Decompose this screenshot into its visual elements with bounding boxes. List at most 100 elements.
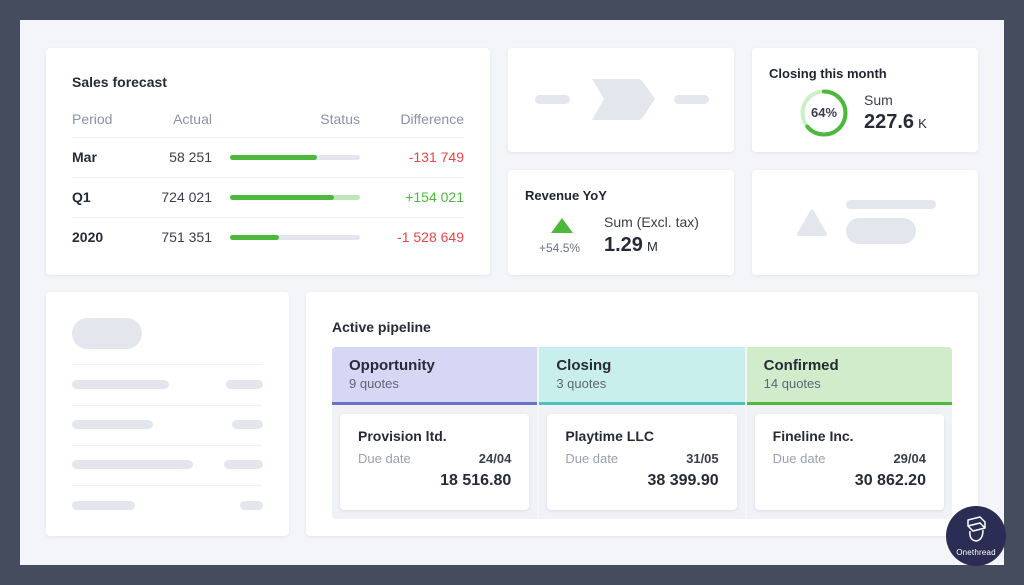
column-header-period: Period — [72, 105, 142, 138]
due-date-value: 31/05 — [686, 451, 719, 466]
skeleton-bar — [72, 420, 153, 429]
progress-percent-label: 64% — [810, 105, 838, 120]
skeleton-bar — [72, 460, 193, 469]
pipeline-column-opportunity: Opportunity 9 quotes Provision ltd. Due … — [332, 347, 538, 519]
actual-cell: 58 251 — [142, 137, 212, 178]
column-name: Opportunity — [349, 357, 435, 374]
due-date-value: 29/04 — [893, 451, 926, 466]
sum-label: Sum (Excl. tax) — [604, 214, 699, 230]
closing-this-month-title: Closing this month — [769, 66, 887, 81]
skeleton-bar — [240, 501, 263, 510]
column-name: Closing — [556, 357, 612, 374]
active-pipeline-title: Active pipeline — [332, 319, 431, 335]
table-row: Mar 58 251 -131 749 — [72, 137, 464, 178]
sum-unit: K — [918, 116, 927, 131]
divider — [72, 445, 262, 446]
status-progress-bar — [230, 194, 360, 200]
column-name: Confirmed — [763, 357, 839, 374]
skeleton-bar — [226, 380, 263, 389]
due-date-label: Due date — [772, 451, 826, 466]
onethread-logo: Onethread — [946, 506, 1006, 566]
deal-card[interactable]: Provision ltd. Due date 24/04 18 516.80 — [340, 414, 530, 510]
sum-label: Sum — [864, 92, 893, 108]
revenue-yoy-title: Revenue YoY — [525, 188, 607, 203]
table-row: Q1 724 021 +154 021 — [72, 177, 464, 218]
column-header-status: Status — [212, 105, 360, 138]
due-date-row: Due date 24/04 — [358, 451, 511, 466]
pipeline-column-closing: Closing 3 quotes Playtime LLC Due date 3… — [539, 347, 745, 519]
dashboard-surface: Sales forecast Period Actual Status Diff… — [20, 20, 1004, 565]
difference-cell: -131 749 — [360, 137, 464, 178]
status-progress-fill — [230, 154, 318, 160]
active-pipeline-card: Active pipeline Opportunity 9 quotes Pro… — [306, 292, 978, 536]
column-header-difference: Difference — [360, 105, 464, 138]
actual-cell: 724 021 — [142, 177, 212, 218]
status-progress-fill — [230, 194, 334, 200]
deal-company: Fineline Inc. — [772, 428, 854, 444]
skeleton-bar — [846, 200, 936, 209]
placeholder-card-flow — [508, 48, 734, 152]
deal-card[interactable]: Playtime LLC Due date 31/05 38 399.90 — [547, 414, 737, 510]
sum-unit: M — [646, 239, 658, 254]
deal-company: Provision ltd. — [358, 428, 447, 444]
logo-text: Onethread — [956, 548, 996, 557]
sum-value: 1.29 M — [604, 234, 658, 257]
skeleton-bar — [72, 380, 169, 389]
sum-number: 227.6 — [864, 111, 915, 133]
difference-cell: -1 528 649 — [397, 229, 464, 246]
difference-cell: +154 021 — [360, 177, 464, 218]
due-date-label: Due date — [565, 451, 619, 466]
quote-count: 14 quotes — [763, 376, 821, 391]
status-cell — [212, 177, 360, 218]
column-header[interactable]: Opportunity 9 quotes — [332, 347, 538, 405]
sales-forecast-table: Period Actual Status Difference Mar 58 25… — [72, 105, 464, 257]
skeleton-bar — [674, 95, 709, 104]
status-cell — [212, 137, 360, 178]
period-cell: 2020 — [72, 229, 104, 246]
revenue-yoy-card: Revenue YoY +54.5% Sum (Excl. tax) 1.29 M — [508, 170, 734, 275]
table-header-row: Period Actual Status Difference — [72, 105, 464, 138]
skeleton-bar — [72, 501, 135, 510]
triangle-up-icon — [551, 218, 573, 233]
pipeline-column-confirmed: Confirmed 14 quotes Fineline Inc. Due da… — [746, 347, 952, 519]
status-cell — [212, 217, 360, 257]
pipeline-columns: Opportunity 9 quotes Provision ltd. Due … — [332, 347, 952, 519]
actual-cell: 751 351 — [161, 229, 212, 246]
column-header[interactable]: Closing 3 quotes — [539, 347, 745, 405]
deal-company: Playtime LLC — [565, 428, 655, 444]
placeholder-card-kpi — [752, 170, 978, 275]
quote-count: 3 quotes — [556, 376, 607, 391]
status-progress-fill — [230, 234, 280, 240]
skeleton-pill — [846, 218, 916, 244]
status-progress-bar — [230, 234, 360, 240]
sum-number: 1.29 — [604, 234, 643, 256]
period-cell: Q1 — [72, 177, 142, 218]
sales-forecast-title: Sales forecast — [72, 74, 167, 90]
skeleton-bar — [224, 460, 263, 469]
due-date-row: Due date 29/04 — [773, 451, 926, 466]
triangle-placeholder-icon — [796, 209, 828, 236]
skeleton-bar — [232, 420, 263, 429]
divider — [72, 405, 262, 406]
quote-count: 9 quotes — [349, 376, 399, 391]
status-progress-bar — [230, 154, 360, 160]
closing-this-month-card: Closing this month 64% Sum 227.6 K — [752, 48, 978, 152]
sum-value: 227.6 K — [864, 111, 927, 134]
deal-card[interactable]: Fineline Inc. Due date 29/04 30 862.20 — [754, 414, 944, 510]
divider — [72, 485, 262, 486]
due-date-value: 24/04 — [478, 451, 512, 466]
due-date-row: Due date 31/05 — [565, 451, 718, 466]
divider — [72, 364, 262, 365]
placeholder-card-list — [46, 292, 289, 536]
deal-amount: 30 862.20 — [854, 472, 926, 489]
column-header-actual: Actual — [142, 105, 212, 138]
onethread-logo-icon — [967, 516, 986, 542]
sales-forecast-card: Sales forecast Period Actual Status Diff… — [46, 48, 490, 275]
due-date-label: Due date — [358, 451, 411, 466]
skeleton-pill — [72, 318, 142, 349]
change-percent: +54.5% — [539, 241, 581, 255]
table-row: 2020 751 351 -1 528 649 — [72, 217, 464, 257]
deal-amount: 38 399.90 — [647, 472, 719, 489]
column-header[interactable]: Confirmed 14 quotes — [746, 347, 952, 405]
deal-amount: 18 516.80 — [440, 472, 512, 489]
